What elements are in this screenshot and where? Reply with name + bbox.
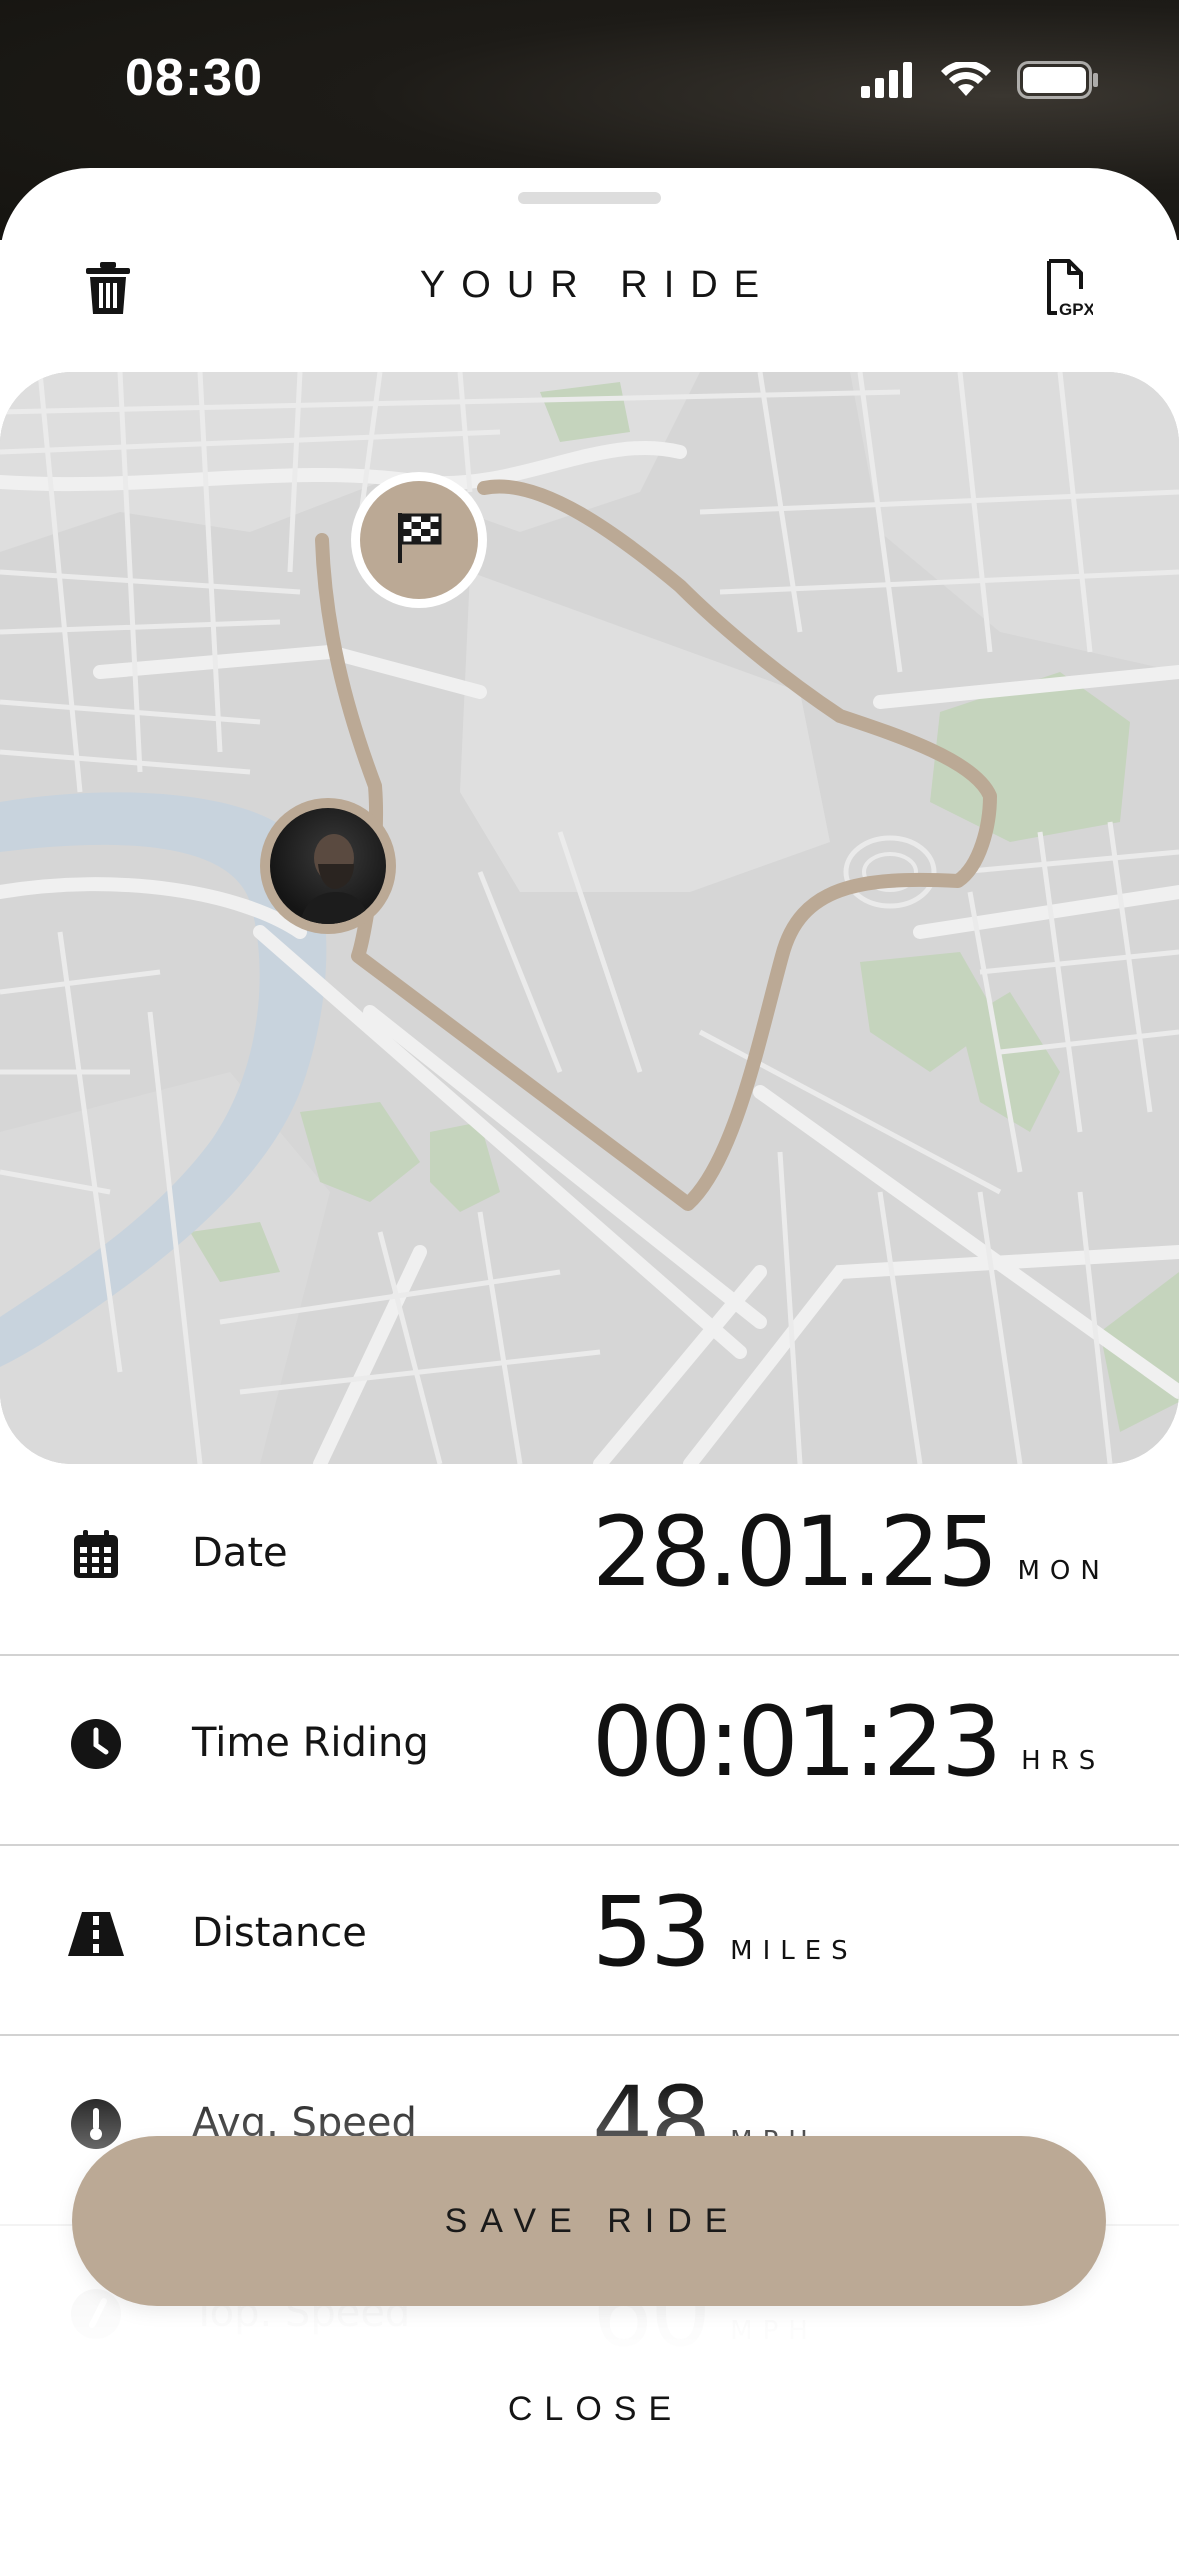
page-title: YOUR RIDE bbox=[419, 264, 776, 306]
sheet-grabber[interactable] bbox=[518, 192, 661, 204]
finish-marker[interactable] bbox=[351, 472, 487, 608]
stat-unit: MPH bbox=[730, 2316, 818, 2346]
close-button[interactable]: CLOSE bbox=[0, 2390, 1179, 2429]
thermometer-icon bbox=[71, 2098, 121, 2154]
gpx-label: GPX bbox=[1059, 300, 1093, 317]
stat-unit: MILES bbox=[730, 1936, 858, 1966]
battery-icon bbox=[1017, 60, 1099, 104]
road-icon bbox=[68, 1911, 124, 1961]
stat-row-distance: Distance 53 MILES bbox=[0, 1846, 1179, 2036]
stat-value: 28.01.25 MON bbox=[592, 1496, 1110, 1608]
save-ride-button[interactable]: SAVE RIDE bbox=[72, 2136, 1106, 2306]
stat-number: 53 bbox=[592, 1876, 711, 1988]
speedometer-icon bbox=[71, 2288, 121, 2344]
gpx-file-icon: GPX bbox=[1043, 258, 1096, 322]
export-gpx-button[interactable]: GPX bbox=[1038, 258, 1098, 322]
stat-value: 00:01:23 HRS bbox=[592, 1686, 1105, 1798]
stat-unit: MON bbox=[1017, 1556, 1110, 1586]
calendar-icon bbox=[74, 1529, 118, 1583]
checkered-flag-icon bbox=[396, 511, 442, 570]
stat-row-time-riding: Time Riding 00:01:23 HRS bbox=[0, 1656, 1179, 1846]
system-icons bbox=[861, 58, 1099, 106]
wifi-icon bbox=[941, 59, 991, 103]
stat-value: 53 MILES bbox=[592, 1876, 858, 1988]
stat-label: Time Riding bbox=[192, 1720, 429, 1766]
stat-row-date: Date 28.01.25 MON bbox=[0, 1466, 1179, 1656]
stat-label: Date bbox=[192, 1530, 288, 1576]
clock-icon bbox=[71, 1718, 121, 1774]
signal-icon bbox=[861, 61, 915, 103]
stat-unit: HRS bbox=[1021, 1746, 1106, 1776]
stat-label: Distance bbox=[192, 1910, 367, 1956]
route-map[interactable] bbox=[0, 372, 1179, 1464]
rider-avatar[interactable] bbox=[260, 798, 396, 934]
status-time: 08:30 bbox=[125, 49, 263, 107]
stat-number: 28.01.25 bbox=[592, 1496, 998, 1608]
stat-number: 00:01:23 bbox=[592, 1686, 1002, 1798]
